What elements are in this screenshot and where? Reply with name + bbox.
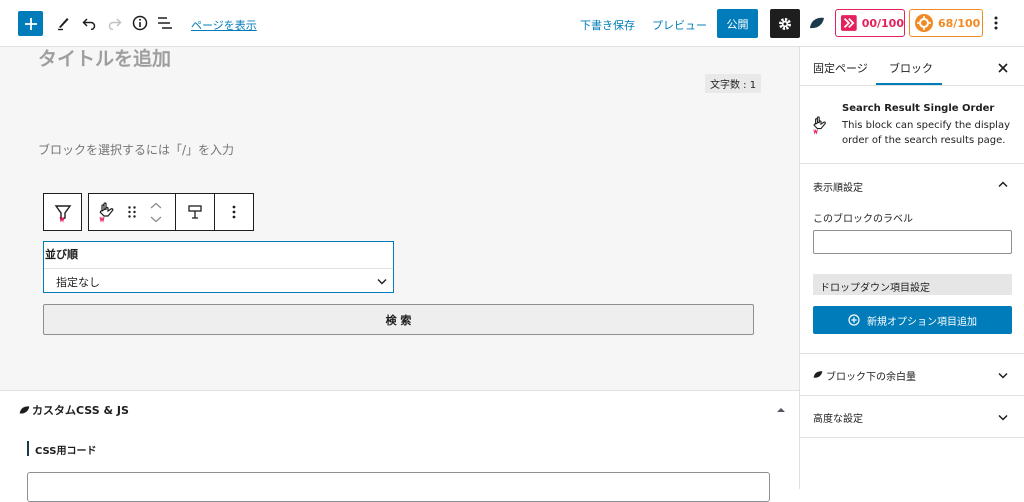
block-appender-placeholder[interactable]: ブロックを選択するには「/」を入力 (38, 141, 234, 158)
metabox-header[interactable]: カスタムCSS & JS (0, 391, 799, 428)
view-page-link[interactable]: ページを表示 (191, 17, 257, 33)
panel-advanced-header[interactable]: 高度な設定 (800, 396, 1024, 437)
block-label-caption: このブロックのラベル (813, 214, 913, 225)
preview-button[interactable]: プレビュー (652, 17, 707, 33)
panel-bottom-margin-title: ブロック下の余白量 (826, 372, 916, 383)
chevron-down-icon (998, 414, 1008, 421)
block-card-description-line2: order of the search results page. (842, 135, 1006, 146)
align-top-icon (188, 205, 202, 219)
add-block-button[interactable] (18, 11, 43, 36)
sort-order-label: 並び順 (45, 248, 78, 261)
move-up-button[interactable] (147, 200, 165, 212)
pencil-icon (58, 18, 69, 31)
readability-logo-icon (915, 14, 933, 32)
settings-button[interactable] (770, 9, 800, 38)
list-view-button[interactable] (155, 12, 175, 34)
tab-block-label: ブロック (889, 62, 933, 75)
block-options-button[interactable] (215, 194, 253, 230)
sort-order-selected-value: 指定なし (56, 276, 100, 289)
readability-score-text: 68/100 (938, 16, 981, 30)
settings-sidebar: 固定ページ ブロック Search Result Single Order Th… (799, 47, 1024, 489)
drag-handle-icon (128, 206, 136, 218)
plus-icon (24, 17, 37, 30)
move-down-button[interactable] (147, 213, 165, 225)
tab-block[interactable]: ブロック (876, 47, 942, 85)
block-card-description-line1: This block can specify the display (842, 120, 1010, 131)
readability-score-button[interactable]: 68/100 (909, 9, 983, 37)
panel-sort-settings-title: 表示順設定 (813, 183, 863, 194)
block-label-input[interactable] (813, 230, 1012, 254)
save-draft-button[interactable]: 下書き保存 (580, 17, 635, 33)
undo-icon (82, 18, 96, 30)
add-option-button[interactable]: 新規オプション項目追加 (813, 306, 1012, 334)
panel-sort-settings-header[interactable]: 表示順設定 (800, 164, 1024, 202)
publish-label: 公開 (726, 17, 749, 31)
publish-button[interactable]: 公開 (717, 9, 758, 38)
leaf-icon (813, 371, 823, 378)
list-view-icon (158, 17, 172, 29)
chevron-up-icon (150, 202, 162, 209)
block-type-button[interactable] (89, 194, 123, 230)
seo-score-text: 00/100 (861, 16, 904, 30)
chevron-down-icon (150, 216, 162, 223)
css-code-label: CSS用コード (35, 446, 97, 457)
align-button[interactable] (176, 194, 214, 230)
tools-button[interactable] (53, 12, 73, 34)
tab-document[interactable]: 固定ページ (813, 60, 868, 76)
search-submit-button[interactable]: 検 索 (43, 304, 754, 335)
add-option-label: 新規オプション項目追加 (867, 316, 977, 328)
divider (800, 437, 1024, 438)
more-vertical-icon (232, 205, 236, 219)
sort-hand-icon (99, 202, 114, 223)
info-icon (132, 15, 148, 31)
sort-hand-icon (813, 116, 826, 135)
panel-bottom-margin-header[interactable]: ブロック下の余白量 (800, 354, 1024, 395)
sort-order-select[interactable]: 指定なし (44, 268, 393, 292)
parent-block-button[interactable] (43, 193, 82, 231)
redo-icon (108, 18, 122, 30)
undo-button[interactable] (79, 12, 99, 34)
block-card-title: Search Result Single Order (842, 103, 995, 114)
options-menu-button[interactable] (988, 12, 1004, 34)
divider (800, 85, 1024, 86)
collapse-arrow-icon[interactable] (777, 407, 785, 413)
seo-logo-icon (841, 15, 857, 31)
chevron-up-icon (998, 181, 1008, 188)
details-button[interactable] (130, 12, 150, 34)
css-code-section-marker (27, 441, 29, 456)
dropdown-settings-label: ドロップダウン項目設定 (820, 283, 930, 294)
dropdown-settings-heading: ドロップダウン項目設定 (813, 274, 1012, 295)
redo-button[interactable] (105, 12, 125, 34)
gear-icon (779, 17, 791, 30)
char-count-badge: 文字数 : 1 (705, 74, 762, 93)
leaf-icon (810, 17, 824, 29)
editor-top-bar: ページを表示 下書き保存 プレビュー 公開 00/100 68/100 (0, 0, 1024, 47)
leaf-icon (19, 406, 30, 414)
seo-score-button[interactable]: 00/100 (835, 9, 905, 37)
chevron-down-icon (998, 372, 1008, 379)
metabox-title: カスタムCSS & JS (32, 404, 129, 417)
add-circle-icon (848, 314, 860, 326)
sort-order-block[interactable]: 並び順 指定なし (43, 241, 394, 293)
close-icon[interactable] (998, 63, 1008, 73)
block-toolbar (88, 193, 254, 231)
filter-funnel-icon (54, 205, 72, 223)
custom-css-js-metabox: カスタムCSS & JS CSS用コード (0, 390, 799, 502)
drag-handle[interactable] (125, 204, 139, 220)
chevron-down-icon (377, 279, 387, 285)
post-title-input[interactable]: タイトルを追加 (38, 44, 171, 71)
panel-advanced-title: 高度な設定 (813, 414, 863, 425)
search-submit-label: 検 索 (385, 313, 412, 327)
plugin-leaf-button[interactable] (806, 12, 828, 34)
more-vertical-icon (994, 16, 998, 30)
css-code-editor[interactable] (27, 472, 770, 502)
